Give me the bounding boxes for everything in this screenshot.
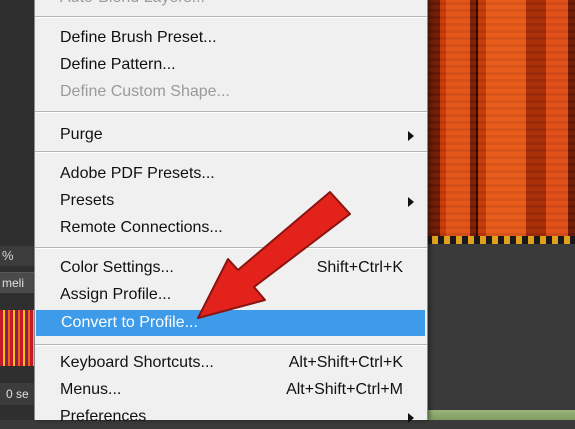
- menu-item-color-settings[interactable]: Color Settings... Shift+Ctrl+K: [35, 256, 427, 280]
- menu-item-label: Define Pattern...: [60, 56, 176, 73]
- menu-separator: [35, 344, 427, 345]
- menu-separator: [35, 16, 427, 17]
- layer-thumbnail: [0, 310, 34, 366]
- menu-item-label: Auto-Blend Layers...: [60, 0, 205, 10]
- menu-item-adobe-pdf-presets[interactable]: Adobe PDF Presets...: [35, 162, 427, 186]
- menu-item-label: Remote Connections...: [60, 219, 223, 236]
- menu-item-label: Menus...: [60, 381, 122, 398]
- chevron-right-icon: [408, 131, 414, 141]
- menu-item-label: Keyboard Shortcuts...: [60, 354, 214, 371]
- menu-item-shortcut: Alt+Shift+Ctrl+K: [288, 354, 403, 371]
- menu-item-define-pattern[interactable]: Define Pattern...: [35, 53, 427, 77]
- menu-separator: [35, 111, 427, 112]
- menu-item-menus[interactable]: Menus... Alt+Shift+Ctrl+M: [35, 378, 427, 402]
- edit-menu: Auto-Blend Layers... Define Brush Preset…: [34, 0, 428, 425]
- left-panel: % meli 0 se: [0, 0, 42, 420]
- menu-item-remote-connections[interactable]: Remote Connections...: [35, 216, 427, 240]
- menu-item-preferences[interactable]: Preferences: [35, 405, 427, 429]
- menu-item-label: Presets: [60, 192, 115, 209]
- chevron-right-icon: [408, 413, 414, 423]
- menu-item-label: Color Settings...: [60, 259, 174, 276]
- menu-item-convert-to-profile[interactable]: Convert to Profile...: [36, 310, 425, 336]
- menu-item-keyboard-shortcuts[interactable]: Keyboard Shortcuts... Alt+Shift+Ctrl+K: [35, 351, 427, 375]
- menu-separator: [35, 151, 427, 152]
- menu-item-assign-profile[interactable]: Assign Profile...: [35, 283, 427, 307]
- canvas-image: [426, 0, 575, 236]
- zoom-readout: %: [0, 246, 38, 266]
- menu-item-shortcut: Alt+Shift+Ctrl+M: [286, 381, 403, 398]
- menu-item-presets[interactable]: Presets: [35, 189, 427, 213]
- menu-item-label: Preferences: [60, 408, 147, 425]
- menu-item-shortcut: Shift+Ctrl+K: [316, 259, 403, 276]
- menu-item-label: Define Custom Shape...: [60, 83, 230, 100]
- menu-separator: [35, 247, 427, 248]
- menu-item-label: Assign Profile...: [60, 286, 172, 303]
- menu-item-label: Adobe PDF Presets...: [60, 165, 215, 182]
- timeline-tab[interactable]: meli: [0, 272, 38, 293]
- canvas-image-edge: [426, 236, 575, 244]
- chevron-right-icon: [408, 197, 414, 207]
- workspace-background: [426, 244, 575, 420]
- menu-item-label: Purge: [60, 126, 103, 143]
- menu-item-purge[interactable]: Purge: [35, 123, 427, 147]
- menu-item-auto-blend-layers[interactable]: Auto-Blend Layers...: [35, 0, 427, 10]
- menu-item-label: Define Brush Preset...: [60, 29, 217, 46]
- menu-item-label: Convert to Profile...: [61, 314, 198, 331]
- menu-item-define-brush-preset[interactable]: Define Brush Preset...: [35, 26, 427, 50]
- menu-item-define-custom-shape[interactable]: Define Custom Shape...: [35, 80, 427, 104]
